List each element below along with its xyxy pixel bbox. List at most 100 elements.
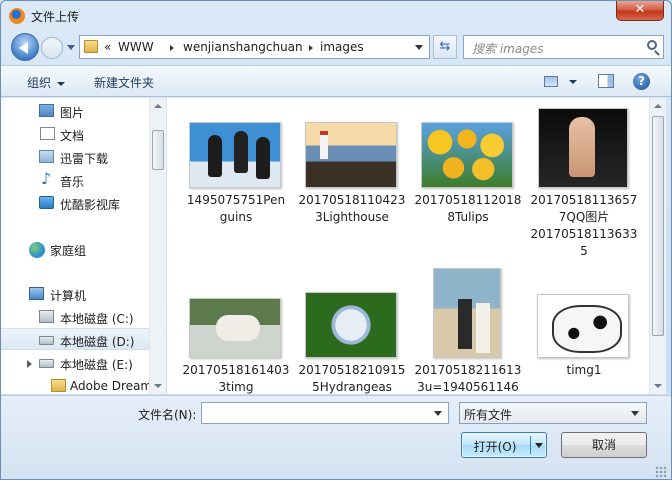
search-input[interactable]: 搜索 images <box>463 35 664 59</box>
nav-item-label: 家庭组 <box>50 244 87 258</box>
nav-item-drive-e[interactable]: 本地磁盘 (E:) <box>1 352 149 374</box>
image-thumbnail <box>421 122 513 188</box>
image-thumbnail <box>189 298 281 358</box>
recent-pages-dropdown-icon[interactable] <box>67 45 75 50</box>
file-name: 20170518210915 5Hydrangeas <box>298 363 406 394</box>
open-button[interactable]: 打开(O) <box>461 432 547 458</box>
nav-item-homegroup[interactable]: 家庭组 <box>1 238 149 260</box>
nav-item-music[interactable]: 音乐 <box>1 169 149 191</box>
nav-item-pictures[interactable]: 图片 <box>1 100 149 122</box>
file-type-select[interactable]: 所有文件 <box>459 402 647 424</box>
refresh-button[interactable]: ⇆ <box>433 35 457 59</box>
nav-item-label: 本地磁盘 (C:) <box>60 312 134 326</box>
address-history-dropdown-icon[interactable] <box>415 45 423 50</box>
file-name: 20170518110423 3Lighthouse <box>298 193 406 224</box>
file-type-value: 所有文件 <box>464 408 513 422</box>
dialog-footer: 文件名(N): 所有文件 打开(O) 取消 <box>1 395 671 479</box>
navigation-pane: 图片 文档 迅雷下载 音乐 优酷影视库 家庭组 计算机 本地磁盘 (C:) <box>1 98 166 394</box>
nav-item-drive-d[interactable]: 本地磁盘 (D:) <box>1 328 149 350</box>
folder-icon <box>51 379 66 392</box>
preview-pane-icon[interactable] <box>598 74 614 88</box>
nav-item-thunder-downloads[interactable]: 迅雷下载 <box>1 146 149 168</box>
address-bar[interactable]: « WWW wenjianshangchuan images <box>79 35 430 59</box>
navigation-bar: « WWW wenjianshangchuan images ⇆ 搜索 imag… <box>1 31 671 63</box>
expand-arrow-icon[interactable] <box>27 360 32 368</box>
nav-item-label: 图片 <box>60 106 85 120</box>
search-placeholder: 搜索 images <box>472 42 544 56</box>
nav-item-adobe-dream[interactable]: Adobe Dream <box>1 375 153 397</box>
file-list-view: 1495075751Pen guins 20170518110423 3Lighth… <box>167 98 649 394</box>
help-icon[interactable]: ? <box>633 73 650 90</box>
breadcrumb-images[interactable]: images <box>320 40 364 54</box>
nav-item-label: 本地磁盘 (D:) <box>60 335 135 349</box>
split-button-divider <box>530 436 531 454</box>
image-thumbnail <box>433 268 501 358</box>
music-icon <box>41 169 53 188</box>
chevron-down-icon <box>631 411 639 416</box>
chevron-right-icon[interactable] <box>309 45 313 51</box>
search-icon[interactable] <box>647 40 657 50</box>
nav-pane-scrollbar[interactable] <box>149 98 166 394</box>
disk-icon <box>39 359 54 368</box>
scrollbar-thumb[interactable] <box>652 116 664 336</box>
file-name: 20170518161403 3timg <box>182 363 290 394</box>
file-name: 20170518113657 7QQ图片 20170518113633 5 <box>530 193 638 258</box>
open-options-dropdown-icon[interactable] <box>535 443 543 448</box>
new-folder-button[interactable]: 新建文件夹 <box>94 74 154 91</box>
image-thumbnail <box>537 294 629 358</box>
file-list-scrollbar[interactable] <box>649 98 666 394</box>
image-thumbnail <box>305 292 397 358</box>
scroll-up-icon[interactable] <box>154 104 162 108</box>
file-name: timg1 <box>566 363 602 377</box>
breadcrumb-wenjianshangchuan[interactable]: wenjianshangchuan <box>183 40 303 54</box>
nav-item-label: 迅雷下载 <box>60 152 109 166</box>
pictures-icon <box>39 104 54 117</box>
cancel-button[interactable]: 取消 <box>561 432 647 458</box>
view-options-dropdown-icon[interactable] <box>569 80 577 84</box>
chevron-down-icon <box>57 81 66 86</box>
back-button[interactable] <box>11 33 39 61</box>
filename-input[interactable] <box>201 402 449 424</box>
scroll-down-icon[interactable] <box>654 384 662 388</box>
nav-item-label: 文档 <box>60 129 85 143</box>
scrollbar-thumb[interactable] <box>152 130 164 170</box>
command-toolbar: 组织 新建文件夹 ? <box>1 65 671 97</box>
address-overflow[interactable]: « <box>104 40 111 54</box>
documents-icon <box>40 127 55 140</box>
downloads-icon <box>39 150 54 163</box>
organize-menu[interactable]: 组织 <box>27 74 66 91</box>
open-button-label: 打开(O) <box>473 440 517 454</box>
forward-button[interactable] <box>41 37 63 59</box>
scroll-up-icon[interactable] <box>654 104 662 108</box>
chevron-right-icon[interactable] <box>170 45 174 51</box>
firefox-icon <box>9 8 25 24</box>
file-name: 1495075751Pen guins <box>186 193 286 224</box>
change-view-icon[interactable] <box>544 76 558 87</box>
file-name: 20170518112018 8Tulips <box>414 193 522 224</box>
nav-item-label: 音乐 <box>60 175 85 189</box>
breadcrumb-www[interactable]: WWW <box>118 40 154 54</box>
resize-grip-icon[interactable] <box>655 466 667 478</box>
image-thumbnail <box>538 108 628 188</box>
nav-item-youku-library[interactable]: 优酷影视库 <box>1 192 149 214</box>
homegroup-icon <box>29 242 45 258</box>
system-disk-icon <box>39 310 54 323</box>
close-button[interactable]: ✕ <box>616 1 664 21</box>
filename-history-dropdown-icon[interactable] <box>434 411 442 416</box>
nav-item-documents[interactable]: 文档 <box>1 123 149 145</box>
nav-item-label: 本地磁盘 (E:) <box>60 358 133 372</box>
nav-item-drive-c[interactable]: 本地磁盘 (C:) <box>1 306 149 328</box>
image-thumbnail <box>189 122 281 188</box>
organize-label: 组织 <box>27 76 52 90</box>
nav-item-label: 优酷影视库 <box>60 198 121 212</box>
folder-icon <box>84 40 98 53</box>
nav-item-computer[interactable]: 计算机 <box>1 283 149 305</box>
file-upload-dialog: 文件上传 ✕ « WWW wenjianshangchuan images ⇆ … <box>0 0 672 480</box>
video-library-icon <box>39 196 54 209</box>
nav-item-label: 计算机 <box>50 289 87 303</box>
nav-item-label: Adobe Dream <box>70 379 153 393</box>
file-name: 20170518211613 3u=1940561146 <box>414 363 522 394</box>
title-bar: 文件上传 ✕ <box>1 1 671 29</box>
computer-icon <box>29 287 44 300</box>
scroll-down-icon[interactable] <box>154 384 162 388</box>
